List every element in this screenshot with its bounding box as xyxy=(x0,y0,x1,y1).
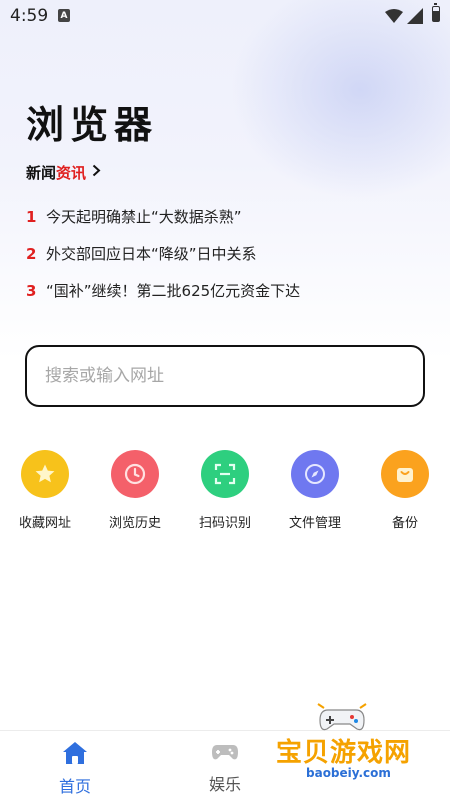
search-input[interactable] xyxy=(43,365,423,387)
quick-action-label: 备份 xyxy=(391,516,418,531)
quick-action-label: 浏览历史 xyxy=(108,516,161,531)
quick-action-files[interactable]: 文件管理 xyxy=(270,450,360,531)
news-header-label: 新闻 xyxy=(26,164,57,182)
compass-icon xyxy=(291,450,339,498)
news-title: 外交部回应日本“降级”日中关系 xyxy=(46,245,257,263)
quick-action-label: 扫码识别 xyxy=(198,516,251,531)
watermark-domain: baobeiy.com xyxy=(306,766,391,780)
signal-icon xyxy=(407,8,423,24)
gamepad-icon xyxy=(212,745,238,760)
news-title: “国补”继续！第二批625亿元资金下达 xyxy=(46,282,301,300)
wifi-icon xyxy=(385,9,403,23)
news-header-link[interactable]: 新闻 资讯 xyxy=(26,162,101,183)
home-icon xyxy=(63,742,87,764)
notification-badge-icon: A xyxy=(58,9,70,22)
news-item[interactable]: 1 今天起明确禁止“大数据杀熟” xyxy=(26,198,426,235)
status-bar: 4:59 A xyxy=(0,0,450,34)
news-rank: 1 xyxy=(26,207,37,226)
news-title: 今天起明确禁止“大数据杀熟” xyxy=(46,208,242,226)
star-icon xyxy=(21,450,69,498)
news-header-highlight: 资讯 xyxy=(56,164,87,182)
quick-actions: 收藏网址 浏览历史 扫码识别 文件管理 备份 xyxy=(0,450,450,540)
watermark: 宝贝游戏网 baobeiy.com xyxy=(272,700,422,790)
browser-logo: 浏览器 xyxy=(26,102,159,147)
quick-action-backup[interactable]: 备份 xyxy=(360,450,450,531)
scan-icon xyxy=(201,450,249,498)
gamepad-logo-icon xyxy=(317,703,367,731)
quick-action-history[interactable]: 浏览历史 xyxy=(90,450,180,531)
quick-action-label: 收藏网址 xyxy=(18,516,71,531)
chevron-right-icon xyxy=(92,164,101,181)
search-box[interactable] xyxy=(25,345,425,407)
watermark-text: 宝贝游戏网 xyxy=(276,738,412,768)
status-time: 4:59 xyxy=(10,6,49,26)
news-item[interactable]: 3 “国补”继续！第二批625亿元资金下达 xyxy=(26,272,426,309)
quick-action-bookmarks[interactable]: 收藏网址 xyxy=(0,450,90,531)
clock-icon xyxy=(111,450,159,498)
bag-icon xyxy=(381,450,429,498)
quick-action-scan[interactable]: 扫码识别 xyxy=(180,450,270,531)
quick-action-label: 文件管理 xyxy=(288,516,341,531)
tab-label: 首页 xyxy=(58,777,91,796)
tab-entertainment[interactable]: 娱乐 xyxy=(180,741,270,795)
news-list: 1 今天起明确禁止“大数据杀熟” 2 外交部回应日本“降级”日中关系 3 “国补… xyxy=(26,198,426,309)
tab-home[interactable]: 首页 xyxy=(30,741,120,797)
news-rank: 3 xyxy=(26,281,37,300)
news-item[interactable]: 2 外交部回应日本“降级”日中关系 xyxy=(26,235,426,272)
news-rank: 2 xyxy=(26,244,37,263)
battery-icon xyxy=(432,3,440,22)
tab-label: 娱乐 xyxy=(208,775,241,794)
